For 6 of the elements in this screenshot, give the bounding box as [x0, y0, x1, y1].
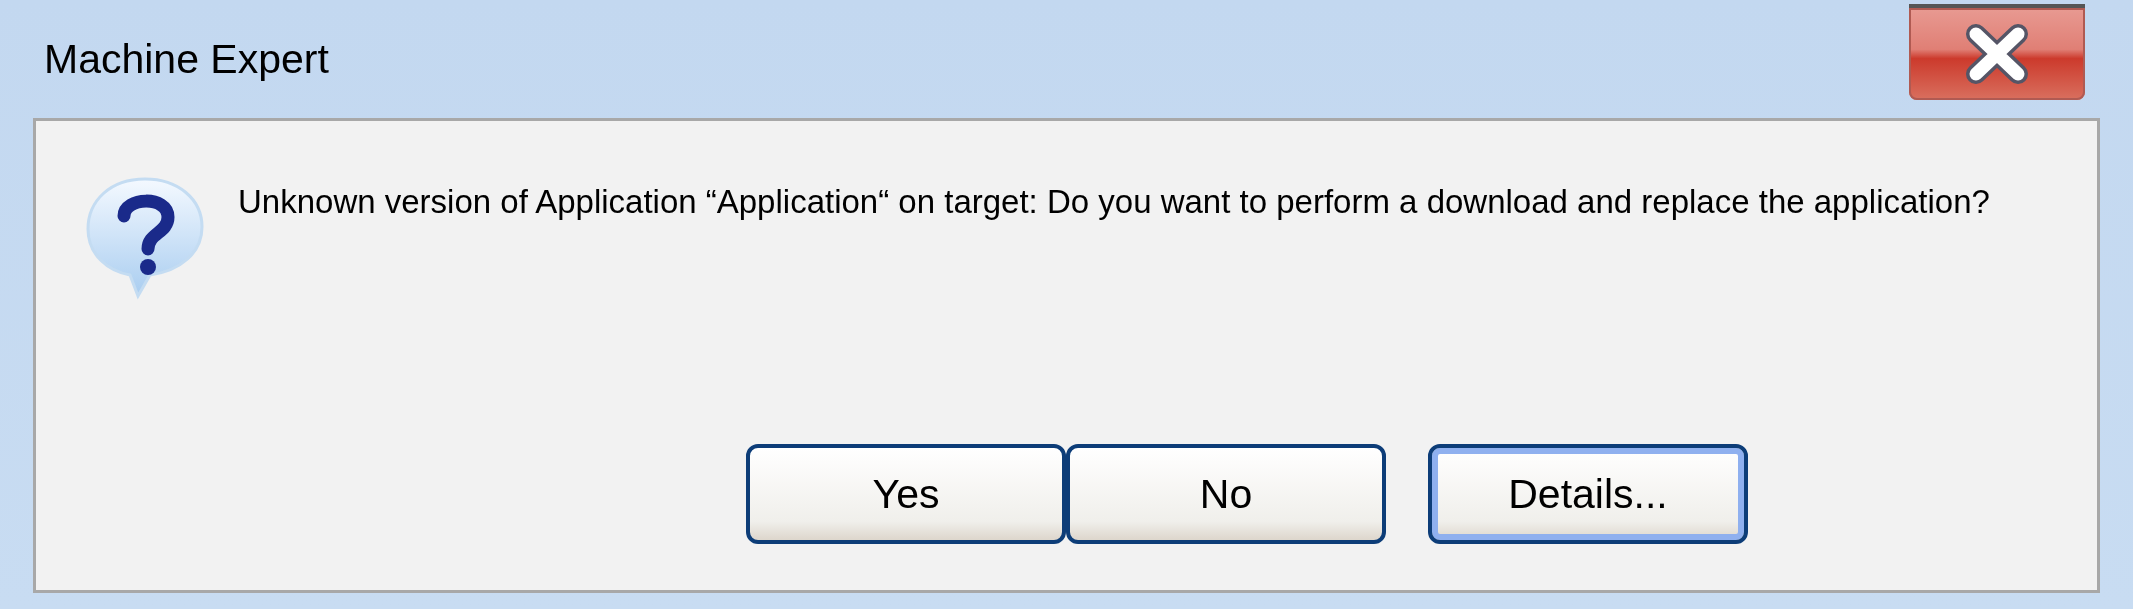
dialog-button[interactable]: Yes	[746, 444, 1066, 544]
close-button[interactable]	[1909, 4, 2085, 100]
message-text: Unknown version of Application “Application“ on target: Do you want to perform a download and replace the application?	[238, 182, 1991, 222]
dialog-button[interactable]: No	[1066, 444, 1386, 544]
dialog-button[interactable]: Details...	[1428, 444, 1748, 544]
window-title: Machine Expert	[44, 35, 329, 83]
